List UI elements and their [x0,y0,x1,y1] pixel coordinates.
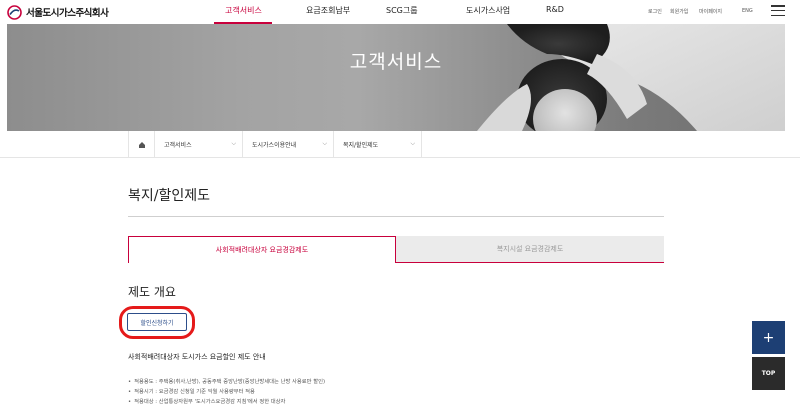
hero-banner: 고객서비스 [7,24,785,131]
nav-rnd[interactable]: R&D [546,5,564,14]
nav-city-gas-business[interactable]: 도시가스사업 [466,5,510,16]
chevron-down-icon: ⌵ [322,140,327,147]
logo[interactable]: 서울도시가스주식회사 [7,4,109,20]
list-item: 적용시기 : 요금경감 신청일 기준 익월 사용량부터 적용 [128,387,325,397]
nav-bill-payment[interactable]: 요금조회납부 [306,5,350,16]
hamburger-menu-icon[interactable] [771,5,785,17]
info-list: 적용용도 : 주택용(취사,난방), 공동주택 중앙난방(중앙난방세대는 난방 … [128,377,325,407]
signup-link[interactable]: 회원가입 [670,8,688,15]
tab-label: 복지시설 요금경감제도 [496,245,564,253]
site-header: 서울도시가스주식회사 고객서비스 요금조회납부 SCG그룹 도시가스사업 R&D… [0,0,800,24]
login-link[interactable]: 로그인 [648,8,662,15]
hero-title: 고객서비스 [349,51,443,73]
breadcrumb-label: 복지/할인제도 [343,142,379,149]
tab-label: 사회적배려대상자 요금경감제도 [215,246,309,254]
tab-social-care-discount[interactable]: 사회적배려대상자 요금경감제도 [128,236,396,263]
info-title: 사회적배려대상자 도시가스 요금할인 제도 안내 [128,353,266,361]
plus-icon[interactable]: + [752,321,785,354]
chevron-down-icon: ⌵ [231,140,236,147]
title-divider [128,216,664,217]
breadcrumb-item-welfare-discount[interactable]: 복지/할인제도 ⌵ [333,131,422,158]
nav-scg-group[interactable]: SCG그룹 [386,5,418,16]
breadcrumb-label: 도시가스이용안내 [252,142,297,149]
scroll-top-button[interactable]: TOP [752,357,785,390]
apply-discount-button[interactable]: 할인신청하기 [127,313,187,331]
tab-welfare-facility-discount[interactable]: 복지시설 요금경감제도 [396,236,664,263]
english-link[interactable]: ENG [742,8,753,14]
mypage-link[interactable]: 마이페이지 [699,8,722,15]
nav-customer-service[interactable]: 고객서비스 [225,5,262,16]
home-icon [138,141,145,148]
section-title: 제도 개요 [128,285,176,299]
logo-text: 서울도시가스주식회사 [26,8,109,19]
chevron-down-icon: ⌵ [410,140,415,147]
hero-photo [477,24,785,131]
breadcrumb-label: 고객서비스 [164,142,192,149]
breadcrumb-home[interactable] [128,131,154,158]
breadcrumb: 고객서비스 ⌵ 도시가스이용안내 ⌵ 복지/할인제도 ⌵ [0,131,800,158]
breadcrumb-item-customer-service[interactable]: 고객서비스 ⌵ [154,131,242,158]
page-title: 복지/할인제도 [128,188,210,204]
list-item: 적용대상 : 산업통상자원부 '도시가스요금경감 지침'에서 정한 대상자 [128,397,325,407]
breadcrumb-item-gas-usage-guide[interactable]: 도시가스이용안내 ⌵ [242,131,333,158]
list-item: 적용용도 : 주택용(취사,난방), 공동주택 중앙난방(중앙난방세대는 난방 … [128,377,325,387]
logo-mark-icon [7,4,22,20]
